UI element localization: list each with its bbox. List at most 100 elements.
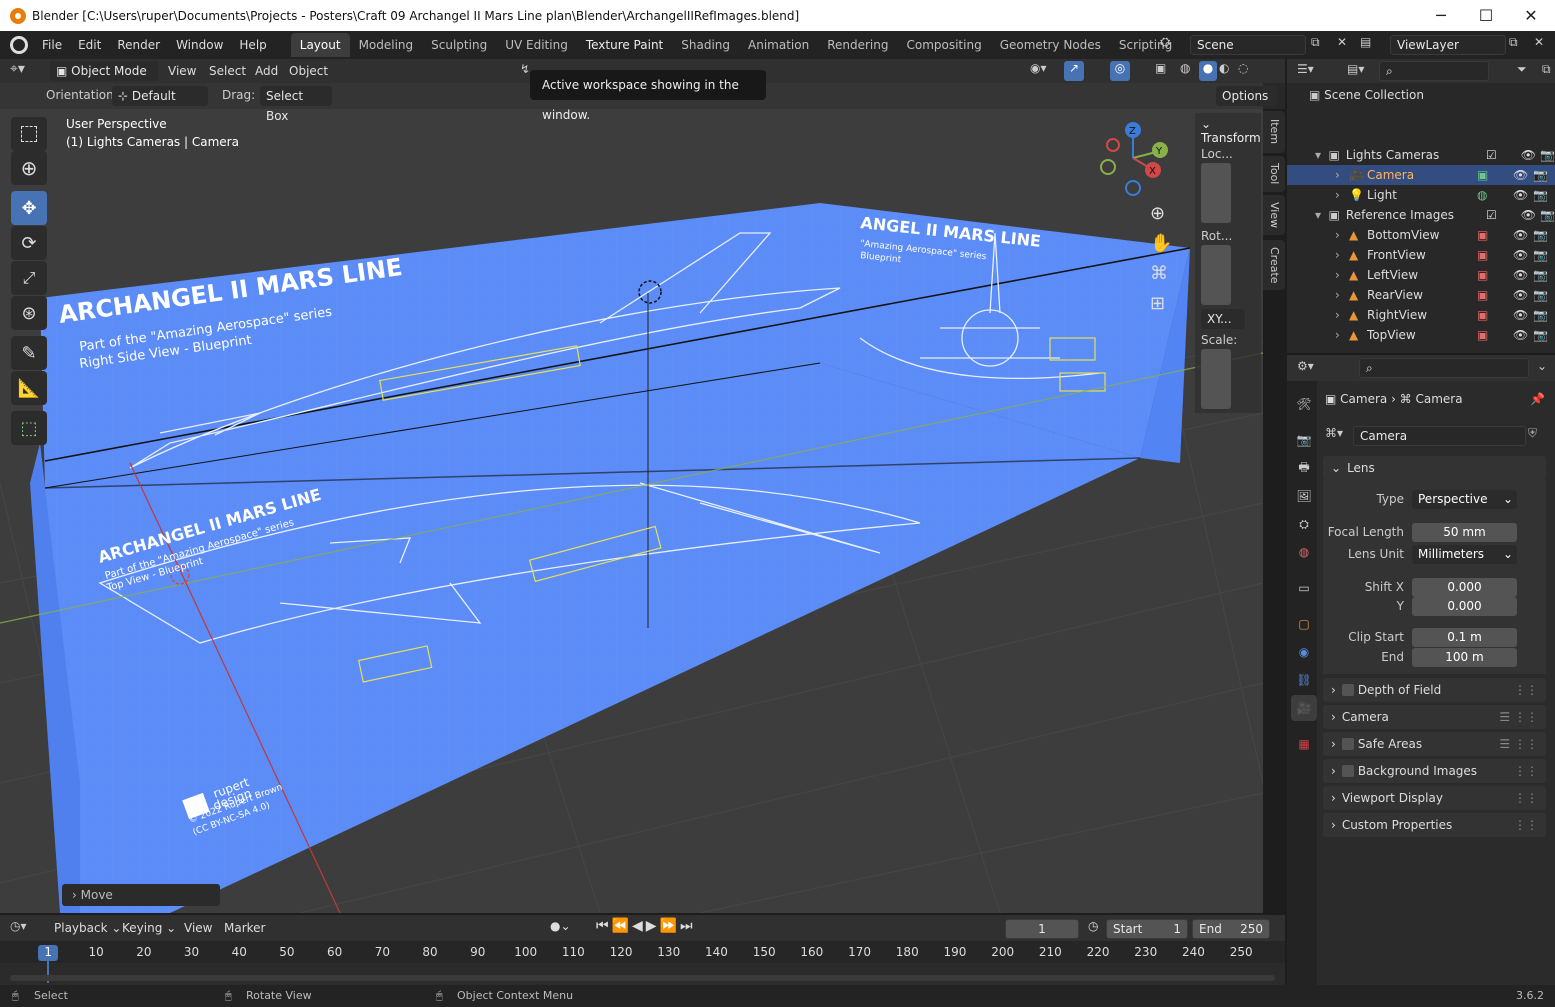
tab-texture-paint[interactable]: Texture Paint xyxy=(577,33,672,57)
menu-window[interactable]: Window xyxy=(168,31,231,59)
tab-shading[interactable]: Shading xyxy=(672,33,739,57)
npanel-tab-create[interactable]: Create xyxy=(1263,240,1285,290)
outliner-row[interactable]: › ▲ FrontView ▣ 👁 📷 xyxy=(1287,245,1555,265)
maximize-button[interactable]: ☐ xyxy=(1463,0,1509,31)
preset-list-icon[interactable]: ☰ ⋮⋮ xyxy=(1499,710,1538,724)
preset-list-icon[interactable]: ☰ ⋮⋮ xyxy=(1499,737,1538,751)
measure-tool[interactable]: 📐 xyxy=(11,371,47,405)
panel-header[interactable]: › Background Images ⋮⋮ xyxy=(1323,759,1546,783)
lens-unit-dropdown[interactable]: Millimeters ⌄ xyxy=(1412,545,1517,564)
transform-tool[interactable]: ⊛ xyxy=(11,296,47,330)
menu-file[interactable]: File xyxy=(34,31,70,59)
outliner-row[interactable]: › ▲ TopView ▣ 👁 📷 xyxy=(1287,325,1555,345)
tab-layout[interactable]: Layout xyxy=(290,33,350,57)
expand-toggle-icon[interactable]: › xyxy=(1335,268,1349,282)
camera-data-icon[interactable]: ▣ xyxy=(1477,168,1513,182)
shift-y-field[interactable]: 0.000 xyxy=(1412,597,1517,616)
expand-toggle-icon[interactable]: ▾ xyxy=(1315,148,1329,162)
pin-icon[interactable]: 📌 xyxy=(1530,392,1545,406)
timeline-view-menu[interactable]: View xyxy=(184,921,212,935)
tool-props-icon[interactable]: 🛠 xyxy=(1291,391,1317,417)
expand-toggle-icon[interactable]: › xyxy=(1335,308,1349,322)
cursor-tool[interactable]: ⊕ xyxy=(11,151,47,185)
texture-props-icon[interactable]: ▦ xyxy=(1291,731,1317,757)
outliner-scene-collection[interactable]: ▣ Scene Collection xyxy=(1287,85,1555,105)
panel-enable-checkbox[interactable] xyxy=(1341,738,1354,750)
menu-edit[interactable]: Edit xyxy=(70,31,109,59)
rendered-shading-icon[interactable]: ◌ xyxy=(1238,61,1256,81)
npanel-tab-view[interactable]: View xyxy=(1263,195,1285,235)
end-frame-field[interactable]: End 250 xyxy=(1192,919,1270,939)
visibility-eye-icon[interactable]: 👁 xyxy=(1513,228,1533,242)
scale-tool[interactable]: ⤢ xyxy=(11,261,47,295)
camera-view-icon[interactable]: ⌘ xyxy=(1150,263,1168,284)
filter-icon[interactable]: ⏷ xyxy=(1517,62,1527,77)
playback-menu[interactable]: Playback ⌄ xyxy=(54,921,121,935)
timeline-editor-icon[interactable]: ◷▾ xyxy=(10,919,27,933)
autokey-record-icon[interactable]: ●⌄ xyxy=(550,919,571,933)
npanel-title[interactable]: ⌄ Transform xyxy=(1201,117,1261,145)
add-cube-tool[interactable]: ⬚ xyxy=(11,411,47,445)
render-visibility-icon[interactable]: 📷 xyxy=(1533,228,1548,242)
lens-panel-header[interactable]: ⌄ Lens xyxy=(1323,456,1546,480)
expand-toggle-icon[interactable]: › xyxy=(1335,188,1349,202)
image-data-icon[interactable]: ▣ xyxy=(1477,268,1513,282)
start-frame-field[interactable]: Start 1 xyxy=(1106,919,1188,939)
npanel-tab-item[interactable]: Item xyxy=(1263,111,1285,153)
outliner-search[interactable]: ⌕ xyxy=(1379,61,1489,81)
render-visibility-icon[interactable]: 📷 xyxy=(1533,248,1548,262)
render-props-icon[interactable]: 📷 xyxy=(1291,427,1317,453)
orientation-dropdown[interactable]: ⊹ Default xyxy=(112,86,208,106)
outliner-row[interactable]: › ▲ RearView ▣ 👁 📷 xyxy=(1287,285,1555,305)
close-button[interactable]: ✕ xyxy=(1508,0,1554,31)
fake-user-shield-icon[interactable]: ⛨ xyxy=(1528,426,1537,441)
tab-sculpting[interactable]: Sculpting xyxy=(422,33,496,57)
solid-shading-icon[interactable]: ● xyxy=(1199,61,1217,81)
zoom-icon[interactable]: ⊕ xyxy=(1150,203,1165,224)
properties-editor-icon[interactable]: ⚙▾ xyxy=(1297,359,1314,373)
panel-header[interactable]: › Custom Properties ⋮⋮ xyxy=(1323,813,1546,837)
tab-animation[interactable]: Animation xyxy=(739,33,818,57)
render-visibility-icon[interactable]: 📷 xyxy=(1533,188,1548,202)
expand-toggle-icon[interactable]: › xyxy=(1335,248,1349,262)
camera-data-props-icon[interactable]: 🎥 xyxy=(1291,695,1317,721)
outliner-row[interactable]: › 🎥 Camera ▣ 👁 📷 xyxy=(1287,165,1555,185)
shift-x-field[interactable]: 0.000 xyxy=(1412,578,1517,597)
expand-toggle-icon[interactable]: › xyxy=(1335,288,1349,302)
delete-viewlayer-icon[interactable]: ✕ xyxy=(1534,35,1550,55)
visibility-eye-icon[interactable]: 👁 xyxy=(1513,288,1533,302)
marker-menu[interactable]: Marker xyxy=(224,921,265,935)
menu-render[interactable]: Render xyxy=(109,31,168,59)
render-visibility-icon[interactable]: 📷 xyxy=(1533,328,1548,342)
minimize-button[interactable]: ─ xyxy=(1418,0,1464,31)
panel-header[interactable]: › Depth of Field ⋮⋮ xyxy=(1323,678,1546,702)
new-collection-icon[interactable]: ⧉ xyxy=(1542,62,1551,77)
lens-type-dropdown[interactable]: Perspective ⌄ xyxy=(1412,490,1517,509)
outliner-editor-icon[interactable]: ☰▾ xyxy=(1297,62,1314,76)
clip-start-field[interactable]: 0.1 m xyxy=(1412,628,1517,647)
tab-geometry-nodes[interactable]: Geometry Nodes xyxy=(991,33,1110,57)
camera-datablock-icon[interactable]: ⌘▾ xyxy=(1325,426,1347,446)
menu-help[interactable]: Help xyxy=(231,31,274,59)
pan-hand-icon[interactable]: ✋ xyxy=(1150,233,1172,254)
render-visibility-icon[interactable]: 📷 xyxy=(1533,288,1548,302)
tab-rendering[interactable]: Rendering xyxy=(818,33,897,57)
properties-search[interactable]: ⌕ xyxy=(1359,358,1529,378)
drag-dropdown[interactable]: Select Box xyxy=(260,86,332,123)
outliner-row[interactable]: › 💡 Light ◍ 👁 📷 xyxy=(1287,185,1555,205)
scale-fields[interactable] xyxy=(1201,349,1231,409)
outliner-row[interactable]: ▾ ▣ Reference Images ☑ 👁 📷 xyxy=(1287,205,1555,225)
ortho-toggle-icon[interactable]: ⊞ xyxy=(1150,293,1165,314)
editor-type-icon[interactable]: ⌖▾ xyxy=(10,61,42,81)
blender-menu-icon[interactable] xyxy=(10,36,28,54)
visibility-eye-icon[interactable]: 👁 xyxy=(1513,188,1533,202)
overlay-toggle-icon[interactable]: ◎ xyxy=(1110,61,1130,81)
rotation-fields[interactable] xyxy=(1201,245,1231,305)
image-data-icon[interactable]: ▣ xyxy=(1477,328,1513,342)
outliner-row[interactable]: ▾ ▣ Lights Cameras ☑ 👁 📷 xyxy=(1287,145,1555,165)
focal-length-field[interactable]: 50 mm xyxy=(1412,523,1517,542)
output-props-icon[interactable]: 🖶 xyxy=(1291,455,1317,481)
panel-header[interactable]: › Safe Areas ☰ ⋮⋮ xyxy=(1323,732,1546,756)
keying-menu[interactable]: Keying ⌄ xyxy=(122,921,176,935)
properties-options-icon[interactable]: ⌄ xyxy=(1537,359,1547,373)
